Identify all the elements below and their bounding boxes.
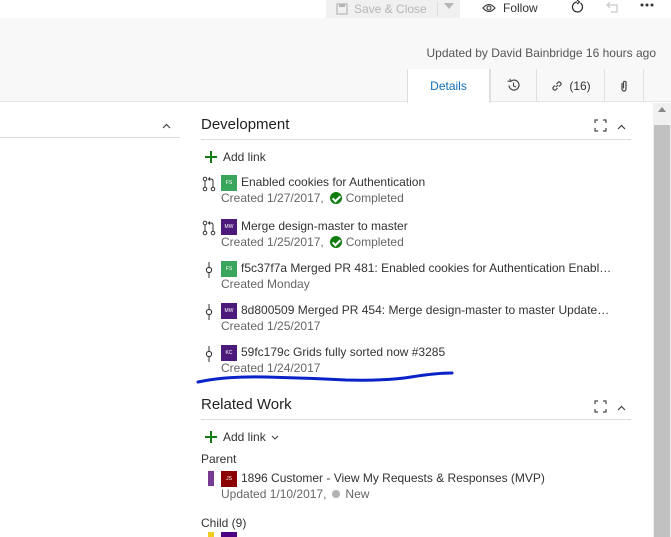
avatar: KC: [221, 345, 237, 361]
vertical-scrollbar[interactable]: [653, 103, 671, 537]
chevron-up-icon[interactable]: [162, 123, 171, 129]
follow-button[interactable]: Follow: [482, 0, 538, 16]
created-date: Created Monday: [221, 277, 310, 291]
chevron-down-icon[interactable]: [444, 3, 454, 9]
save-icon: [336, 3, 348, 15]
commit-icon: [205, 262, 213, 278]
work-item-meta: Updated 1/10/2017, New: [221, 487, 369, 501]
history-icon: [507, 78, 520, 91]
plus-icon: [205, 431, 217, 443]
scrollbar-thumb[interactable]: [654, 125, 670, 537]
chevron-up-icon[interactable]: [617, 124, 626, 130]
avatar: FS: [221, 175, 237, 191]
work-item-header: Updated by David Bainbridge 16 hours ago…: [0, 18, 671, 103]
work-item-type-bar: [208, 471, 214, 486]
status-text: Completed: [345, 235, 404, 249]
tab-details[interactable]: Details: [407, 69, 490, 103]
maximize-icon[interactable]: [594, 119, 607, 132]
commit-icon: [205, 304, 213, 320]
parent-work-item[interactable]: JS 1896 Customer - View My Requests & Re…: [201, 471, 631, 505]
pull-request-icon: [202, 176, 216, 192]
related-work-add-link[interactable]: Add link: [205, 430, 279, 444]
avatar: FS: [221, 261, 237, 277]
save-close-button[interactable]: Save & Close: [326, 0, 460, 18]
plus-icon: [205, 151, 217, 163]
eye-icon: [482, 3, 496, 13]
tab-history[interactable]: [490, 69, 536, 102]
updated-date: Updated 1/10/2017,: [221, 487, 327, 501]
state-text: New: [345, 487, 370, 501]
avatar: [221, 532, 237, 537]
scroll-up-arrow[interactable]: [658, 107, 666, 112]
links-count: (16): [569, 78, 591, 93]
link-icon: [552, 80, 562, 91]
link-meta: Created 1/25/2017, Completed: [221, 235, 404, 249]
save-close-label: Save & Close: [354, 2, 427, 16]
follow-label: Follow: [503, 1, 538, 15]
divider: [0, 137, 180, 138]
work-item-type-bar: [208, 532, 214, 537]
divider: [201, 419, 631, 420]
link-title[interactable]: 59fc179c Grids fully sorted now #3285: [241, 345, 613, 359]
undo-icon[interactable]: [605, 0, 619, 14]
divider: [437, 2, 438, 16]
child-label: Child (9): [201, 516, 247, 530]
updated-by-text: Updated by David Bainbridge 16 hours ago: [426, 46, 657, 60]
link-title[interactable]: 8d800509 Merged PR 454: Merge design-mas…: [241, 303, 613, 317]
state-dot-icon: [332, 490, 341, 498]
divider: [201, 139, 631, 140]
add-link-label: Add link: [223, 430, 266, 444]
tab-details-label: Details: [430, 79, 467, 93]
add-link-label: Add link: [223, 150, 266, 164]
annotation-underline: [196, 371, 454, 384]
link-meta: Created 1/25/2017: [221, 319, 320, 333]
created-date: Created 1/27/2017,: [221, 191, 324, 205]
created-date: Created 1/25/2017,: [221, 235, 324, 249]
avatar: JS: [221, 471, 237, 487]
link-title[interactable]: Enabled cookies for Authentication: [241, 175, 613, 189]
link-title[interactable]: f5c37f7a Merged PR 481: Enabled cookies …: [241, 261, 613, 275]
avatar: MW: [221, 219, 237, 235]
work-item-title[interactable]: 1896 Customer - View My Requests & Respo…: [241, 471, 545, 485]
link-title[interactable]: Merge design-master to master: [241, 219, 613, 233]
tab-links[interactable]: (16): [536, 69, 604, 102]
development-link-item[interactable]: MW Merge design-master to master Created…: [201, 218, 631, 252]
development-link-item[interactable]: FS f5c37f7a Merged PR 481: Enabled cooki…: [201, 260, 631, 294]
maximize-icon[interactable]: [594, 400, 607, 413]
created-date: Created 1/25/2017: [221, 319, 321, 333]
more-actions-icon[interactable]: [640, 2, 654, 8]
commit-icon: [205, 346, 213, 362]
chevron-down-icon[interactable]: [271, 435, 279, 440]
tab-attachments[interactable]: [604, 69, 644, 102]
child-work-item[interactable]: [201, 532, 241, 537]
paperclip-icon: [621, 80, 627, 92]
status-text: Completed: [345, 191, 404, 205]
check-circle-icon: [329, 236, 342, 248]
pull-request-icon: [202, 220, 216, 236]
development-link-item[interactable]: MW 8d800509 Merged PR 454: Merge design-…: [201, 302, 631, 336]
link-meta: Created Monday: [221, 277, 310, 291]
link-meta: Created 1/27/2017, Completed: [221, 191, 404, 205]
avatar: MW: [221, 303, 237, 319]
refresh-icon[interactable]: [570, 0, 584, 14]
development-link-item[interactable]: FS Enabled cookies for Authentication Cr…: [201, 174, 631, 208]
development-section-title: Development: [201, 116, 290, 133]
parent-label: Parent: [201, 452, 237, 466]
check-circle-icon: [329, 192, 342, 204]
related-work-section-title: Related Work: [201, 396, 292, 413]
chevron-up-icon[interactable]: [617, 405, 626, 411]
tab-bar: Details (16): [407, 69, 644, 103]
toolbar: Save & Close Follow: [0, 0, 671, 18]
development-add-link[interactable]: Add link: [205, 150, 266, 164]
